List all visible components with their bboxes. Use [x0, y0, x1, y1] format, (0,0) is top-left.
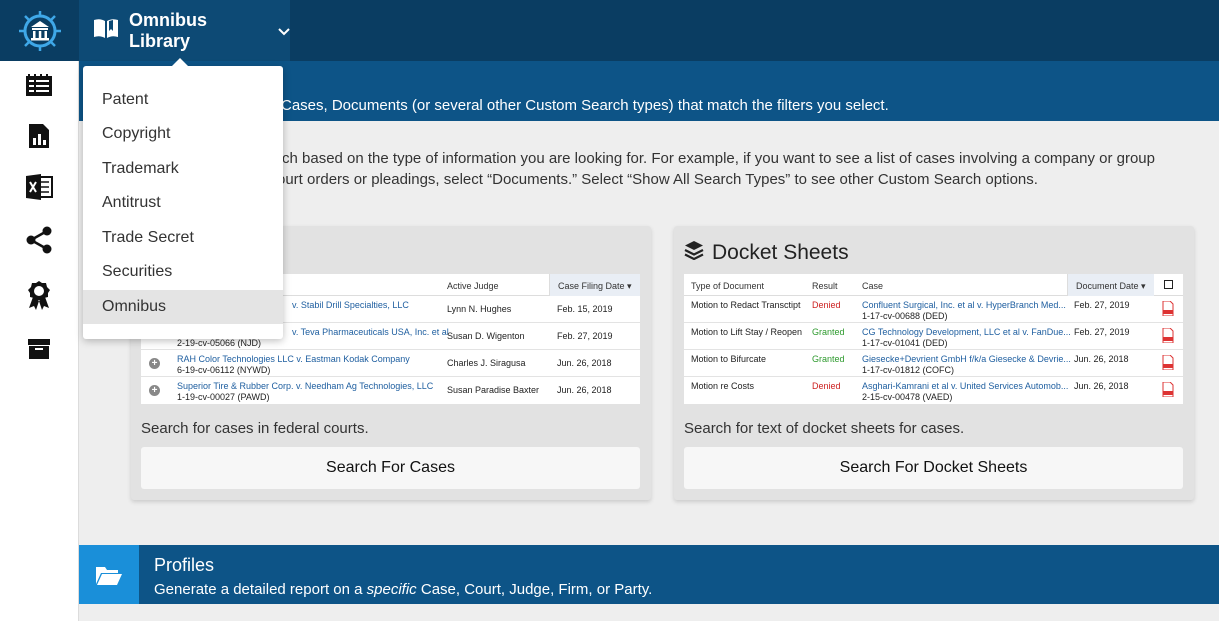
- table-row[interactable]: Motion to Bifurcate Granted Giesecke+Dev…: [684, 350, 1183, 377]
- pdf-icon[interactable]: [1162, 328, 1174, 343]
- award-icon[interactable]: [24, 280, 54, 310]
- case-judge: Susan D. Wigenton: [447, 331, 525, 341]
- table-row[interactable]: Motion to Redact Transctipt Denied Confl…: [684, 296, 1183, 323]
- table-header: Type of Document Result Case Document Da…: [684, 274, 1183, 296]
- pdf-icon[interactable]: [1162, 382, 1174, 397]
- case-title[interactable]: RAH Color Technologies LLC v. Eastman Ko…: [177, 354, 410, 365]
- archive-icon[interactable]: [24, 334, 54, 364]
- table-row[interactable]: + Superior Tire & Rubber Corp. v. Needha…: [141, 377, 640, 404]
- column-header-sorted[interactable]: Document Date ▾: [1067, 274, 1154, 296]
- excel-icon[interactable]: [24, 172, 54, 202]
- menu-item-omnibus[interactable]: Omnibus: [83, 290, 283, 324]
- expand-plus-icon[interactable]: +: [149, 358, 160, 369]
- expand-plus-icon[interactable]: +: [149, 385, 160, 396]
- banner-subtitle: Cases, Documents (or several other Custo…: [281, 97, 889, 114]
- case-number: 6-19-cv-06112 (NYWD): [177, 365, 271, 375]
- result-badge: Granted: [812, 327, 845, 337]
- case-number: 1-17-cv-00688 (DED): [862, 311, 948, 321]
- share-icon[interactable]: [24, 225, 54, 255]
- menu-item-securities[interactable]: Securities: [83, 255, 283, 289]
- case-number: 2-15-cv-00478 (VAED): [862, 392, 953, 402]
- document-date: Jun. 26, 2018: [1074, 381, 1129, 391]
- case-title[interactable]: Confluent Surgical, Inc. et al v. HyperB…: [862, 300, 1066, 311]
- menu-item-patent[interactable]: Patent: [83, 83, 283, 117]
- docket-sheets-title: Docket Sheets: [684, 240, 849, 266]
- case-judge: Charles J. Siragusa: [447, 358, 526, 368]
- library-dropdown-menu: Patent Copyright Trademark Antitrust Tra…: [83, 58, 283, 339]
- courthouse-wheel-icon: [18, 10, 61, 51]
- column-header: Active Judge: [447, 281, 499, 291]
- intro-text: rch based on the type of information you…: [277, 148, 1219, 190]
- column-header: Type of Document: [691, 281, 765, 291]
- document-date: Feb. 27, 2019: [1074, 300, 1130, 310]
- profiles-title: Profiles: [154, 555, 215, 575]
- dropdown-caret: [171, 58, 189, 67]
- case-title[interactable]: Giesecke+Devrient GmbH f/k/a Giesecke & …: [862, 354, 1071, 365]
- case-number: 1-17-cv-01812 (COFC): [862, 365, 955, 375]
- case-judge: Susan Paradise Baxter: [447, 385, 540, 395]
- document-date: Feb. 27, 2019: [1074, 327, 1130, 337]
- top-bar: Omnibus Library: [0, 0, 1219, 61]
- case-number: 2-19-cv-05066 (NJD): [177, 338, 262, 348]
- sort-down-icon: ▾: [1141, 281, 1146, 291]
- dockets-preview-table: Type of Document Result Case Document Da…: [684, 274, 1183, 404]
- column-header-sorted[interactable]: Case Filing Date ▾: [549, 274, 640, 296]
- card-title-text: Docket Sheets: [712, 241, 849, 264]
- menu-item-trademark[interactable]: Trademark: [83, 152, 283, 186]
- profiles-banner[interactable]: Profiles Generate a detailed report on a…: [79, 545, 1219, 604]
- library-label: Omnibus Library: [129, 9, 208, 51]
- table-row[interactable]: + RAH Color Technologies LLC v. Eastman …: [141, 350, 640, 377]
- case-number: 1-19-cv-00027 (PAWD): [177, 392, 270, 402]
- document-type: Motion re Costs: [691, 381, 755, 391]
- document-date: Jun. 26, 2018: [1074, 354, 1129, 364]
- case-title[interactable]: Asghari-Kamrani et al v. United Services…: [862, 381, 1068, 392]
- case-date: Jun. 26, 2018: [557, 358, 612, 368]
- pdf-icon[interactable]: [1162, 355, 1174, 370]
- intro-line-1: rch based on the type of information you…: [277, 150, 1155, 167]
- case-title[interactable]: Superior Tire & Rubber Corp. v. Needham …: [177, 381, 433, 392]
- result-badge: Denied: [812, 300, 841, 310]
- result-badge: Granted: [812, 354, 845, 364]
- case-date: Jun. 26, 2018: [557, 385, 612, 395]
- case-number: 1-17-cv-01041 (DED): [862, 338, 948, 348]
- document-type: Motion to Redact Transctipt: [691, 300, 801, 310]
- column-header: Result: [812, 281, 838, 291]
- dockets-description: Search for text of docket sheets for cas…: [684, 420, 965, 437]
- app-logo[interactable]: [0, 0, 79, 61]
- menu-item-trade-secret[interactable]: Trade Secret: [83, 221, 283, 255]
- menu-item-antitrust[interactable]: Antitrust: [83, 186, 283, 220]
- sort-down-icon: ▾: [627, 281, 632, 291]
- document-type: Motion to Lift Stay / Reopen: [691, 327, 803, 337]
- intro-line-2: ourt orders or pleadings, select “Docume…: [277, 171, 1038, 188]
- table-row[interactable]: Motion re Costs Denied Asghari-Kamrani e…: [684, 377, 1183, 404]
- table-row[interactable]: Motion to Lift Stay / Reopen Granted CG …: [684, 323, 1183, 350]
- cases-description: Search for cases in federal courts.: [141, 420, 369, 437]
- pdf-icon[interactable]: [1162, 301, 1174, 316]
- case-date: Feb. 27, 2019: [557, 331, 613, 341]
- document-type: Motion to Bifurcate: [691, 354, 767, 364]
- case-date: Feb. 15, 2019: [557, 304, 613, 314]
- search-for-cases-button[interactable]: Search For Cases: [141, 447, 640, 489]
- chevron-down-icon: [278, 20, 290, 41]
- newspaper-icon[interactable]: [24, 71, 54, 101]
- result-badge: Denied: [812, 381, 841, 391]
- case-title[interactable]: CG Technology Development, LLC et al v. …: [862, 327, 1071, 338]
- menu-item-copyright[interactable]: Copyright: [83, 117, 283, 151]
- case-title[interactable]: v. Stabil Drill Specialties, LLC: [292, 300, 409, 311]
- case-title[interactable]: v. Teva Pharmaceuticals USA, Inc. et al: [292, 327, 449, 338]
- book-icon: [93, 17, 119, 44]
- column-header: Case: [862, 281, 884, 291]
- left-rail: [0, 61, 79, 621]
- folder-open-icon: [79, 545, 139, 604]
- layers-icon: [684, 240, 704, 266]
- select-all-checkbox[interactable]: [1164, 280, 1173, 289]
- report-chart-icon[interactable]: [24, 121, 54, 151]
- library-selector-button[interactable]: Omnibus Library: [79, 0, 290, 61]
- docket-sheets-card: Docket Sheets Type of Document Result Ca…: [674, 226, 1194, 500]
- case-judge: Lynn N. Hughes: [447, 304, 512, 314]
- profiles-subtitle: Generate a detailed report on a specific…: [154, 581, 653, 598]
- search-for-docket-sheets-button[interactable]: Search For Docket Sheets: [684, 447, 1183, 489]
